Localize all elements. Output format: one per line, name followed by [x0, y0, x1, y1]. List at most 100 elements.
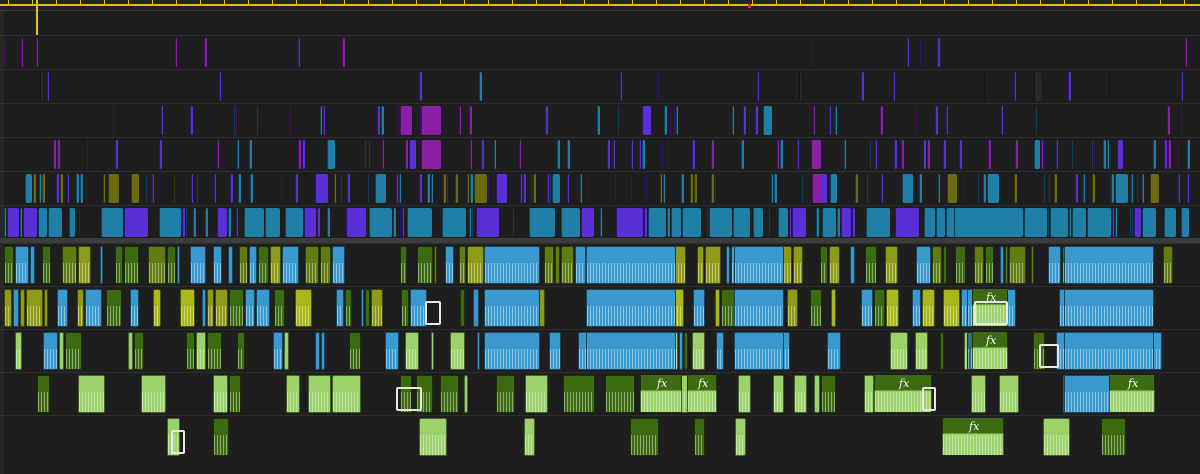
video-clip[interactable] — [323, 106, 325, 135]
audio-clip[interactable] — [77, 289, 84, 327]
audio-clip[interactable] — [237, 332, 245, 370]
audio-clip[interactable]: fx — [687, 375, 717, 413]
video-clip[interactable] — [893, 72, 895, 101]
video-clip[interactable] — [1036, 106, 1037, 135]
audio-clip[interactable] — [106, 289, 122, 327]
video-clip[interactable] — [531, 174, 532, 203]
audio-clip[interactable] — [85, 289, 102, 327]
audio-clip[interactable] — [460, 289, 465, 327]
video-clip[interactable] — [161, 106, 163, 135]
video-clip[interactable] — [935, 106, 938, 135]
video-clip[interactable] — [812, 174, 822, 203]
video-clip[interactable] — [937, 38, 940, 67]
selected-clip-outline[interactable] — [922, 387, 936, 411]
video-clip[interactable] — [648, 208, 666, 237]
video-clip[interactable] — [382, 140, 384, 169]
audio-clip[interactable] — [865, 246, 877, 284]
audio-clip[interactable] — [186, 332, 195, 370]
audio-clip[interactable] — [258, 246, 269, 284]
effect-fx-icon[interactable]: fx — [899, 377, 909, 390]
track-v6[interactable] — [4, 36, 1200, 69]
video-clip[interactable] — [550, 174, 551, 203]
video-clip[interactable] — [381, 106, 384, 135]
video-clip[interactable] — [1083, 174, 1085, 203]
video-clip[interactable] — [880, 106, 883, 135]
video-clip[interactable] — [407, 208, 432, 237]
playhead-icon[interactable] — [36, 0, 38, 36]
video-clip[interactable] — [20, 208, 22, 237]
video-clip[interactable] — [152, 174, 154, 203]
audio-clip[interactable] — [336, 289, 344, 327]
video-clip[interactable] — [56, 174, 59, 203]
audio-clip[interactable] — [405, 332, 419, 370]
audio-clip[interactable]: fx — [972, 332, 1008, 370]
video-clip[interactable] — [519, 140, 521, 169]
video-clip[interactable] — [103, 174, 105, 203]
audio-clip[interactable] — [282, 246, 299, 284]
video-clip[interactable] — [597, 106, 600, 135]
audio-clip[interactable] — [30, 246, 35, 284]
audio-clip[interactable] — [827, 332, 841, 370]
video-clip[interactable] — [33, 174, 36, 203]
audio-clip[interactable] — [128, 332, 133, 370]
video-clip[interactable] — [1054, 174, 1057, 203]
video-clip[interactable] — [769, 208, 770, 237]
video-clip[interactable] — [1178, 140, 1179, 169]
video-clip[interactable] — [1034, 72, 1041, 101]
audio-clip[interactable] — [59, 332, 64, 370]
video-clip[interactable] — [470, 174, 473, 203]
audio-clip[interactable] — [270, 246, 281, 284]
video-clip[interactable] — [778, 208, 788, 237]
video-clip[interactable] — [23, 208, 37, 237]
audio-clip[interactable] — [586, 289, 676, 327]
video-clip[interactable] — [455, 174, 458, 203]
video-clip[interactable] — [80, 174, 83, 203]
video-clip[interactable] — [48, 208, 62, 237]
video-clip[interactable] — [298, 140, 301, 169]
video-clip[interactable] — [841, 208, 851, 237]
audio-clip[interactable] — [773, 375, 784, 413]
video-clip[interactable] — [988, 140, 991, 169]
audio-clip[interactable] — [885, 246, 898, 284]
video-clip[interactable] — [496, 174, 507, 203]
audio-clip[interactable] — [44, 289, 48, 327]
video-clip[interactable] — [21, 38, 23, 67]
video-clip[interactable] — [481, 140, 484, 169]
audio-clip[interactable] — [943, 289, 960, 327]
video-clip[interactable] — [365, 140, 366, 169]
audio-clip[interactable]: fx — [1109, 375, 1155, 413]
video-clip[interactable] — [822, 208, 836, 237]
video-clip[interactable] — [101, 208, 123, 237]
video-clip[interactable] — [959, 140, 962, 169]
video-clip[interactable] — [402, 208, 404, 237]
audio-clip[interactable] — [1005, 246, 1008, 284]
video-clip[interactable] — [217, 208, 227, 237]
video-clip[interactable] — [670, 106, 671, 135]
video-clip[interactable] — [469, 208, 471, 237]
video-clip[interactable] — [978, 174, 979, 203]
video-clip[interactable] — [789, 208, 791, 237]
video-clip[interactable] — [907, 38, 909, 67]
audio-clip[interactable] — [484, 289, 540, 327]
audio-clip[interactable] — [345, 289, 352, 327]
video-clip[interactable] — [1142, 174, 1144, 203]
audio-clip[interactable] — [115, 246, 123, 284]
video-clip[interactable] — [664, 106, 667, 135]
video-clip[interactable] — [1178, 174, 1180, 203]
audio-clip[interactable] — [1064, 375, 1110, 413]
audio-clip[interactable] — [305, 246, 319, 284]
video-clip[interactable] — [690, 174, 693, 203]
video-clip[interactable] — [709, 208, 732, 237]
video-clip[interactable] — [1014, 174, 1017, 203]
video-clip[interactable] — [257, 106, 258, 135]
video-clip[interactable] — [987, 174, 999, 203]
video-clip[interactable] — [1068, 72, 1071, 101]
audio-clip[interactable] — [332, 375, 361, 413]
video-clip[interactable] — [852, 208, 855, 237]
video-clip[interactable] — [631, 140, 633, 169]
video-clip[interactable] — [870, 140, 871, 169]
video-clip[interactable] — [467, 174, 469, 203]
video-clip[interactable] — [749, 106, 750, 135]
video-clip[interactable] — [191, 174, 193, 203]
audio-clip[interactable] — [284, 332, 289, 370]
